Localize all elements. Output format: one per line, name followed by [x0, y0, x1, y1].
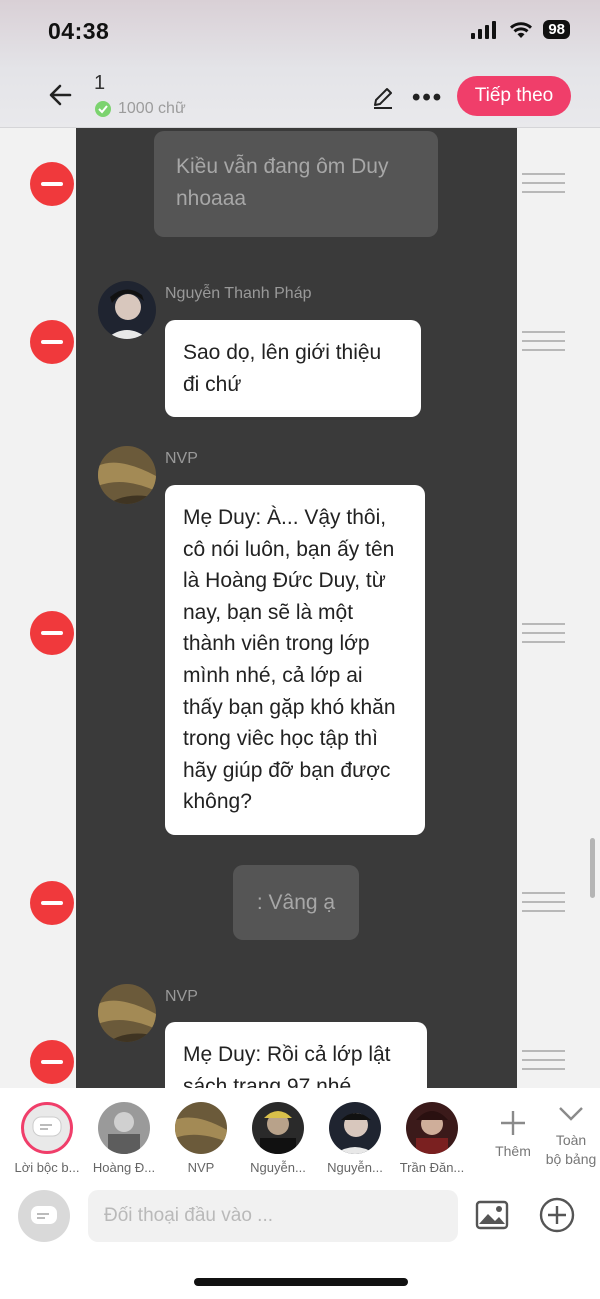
character-name: Nguyễn Thanh Pháp	[165, 285, 312, 302]
add-character-button[interactable]: Thêm	[486, 1108, 540, 1159]
next-button[interactable]: Tiếp theo	[457, 76, 571, 116]
avatar	[98, 984, 156, 1042]
character-label: Lời bộc b...	[14, 1160, 80, 1175]
character-name: NVP	[165, 988, 198, 1005]
message-bubble[interactable]: Sao dọ, lên giới thiệu đi chứ	[165, 320, 421, 418]
all-label-line1: Toàn	[555, 1132, 587, 1148]
drag-handle-icon[interactable]	[522, 1050, 565, 1072]
edit-icon[interactable]	[370, 84, 396, 110]
image-icon[interactable]	[475, 1200, 509, 1230]
avatar	[175, 1102, 227, 1154]
character-label: Nguyễn...	[250, 1160, 306, 1175]
delete-button[interactable]	[30, 611, 74, 655]
delete-button[interactable]	[30, 1040, 74, 1084]
drag-handle-icon[interactable]	[522, 892, 565, 914]
message-bubble[interactable]: Mẹ Duy: Rồi cả lớp lật sách trang 97 nhé	[165, 1022, 427, 1088]
narrator-icon	[21, 1102, 73, 1154]
avatar	[98, 446, 156, 504]
character-label: Hoàng Đ...	[92, 1160, 156, 1175]
scrollbar[interactable]	[590, 838, 595, 898]
dialogue-input[interactable]: Đối thoại đầu vào ...	[88, 1190, 458, 1242]
top-header: 04:38 98 1 1000 chữ ••• Tiếp theo	[0, 0, 600, 128]
system-message[interactable]: : Vâng ạ	[233, 865, 359, 940]
character-label: NVP	[187, 1160, 215, 1175]
back-arrow-icon[interactable]	[46, 80, 76, 110]
word-count: 1000 chữ	[94, 100, 186, 118]
status-indicators: 98	[471, 20, 570, 39]
character-item[interactable]: Nguyễn...	[316, 1102, 394, 1175]
status-time: 04:38	[48, 18, 110, 44]
character-item[interactable]: Trần Đăn...	[393, 1102, 471, 1175]
left-controls-panel	[0, 128, 76, 1088]
character-name: NVP	[165, 450, 198, 467]
character-item[interactable]: Nguyễn...	[239, 1102, 317, 1175]
wifi-icon	[510, 21, 533, 38]
message-bubble[interactable]: Mẹ Duy: À... Vậy thôi, cô nói luôn, bạn …	[165, 485, 425, 835]
avatar	[406, 1102, 458, 1154]
drag-handle-icon[interactable]	[522, 331, 565, 353]
story-title: 1	[94, 72, 106, 94]
avatar	[252, 1102, 304, 1154]
speaker-select-icon[interactable]	[18, 1190, 70, 1242]
right-controls-panel	[517, 128, 600, 1088]
more-options-icon[interactable]: •••	[412, 84, 443, 112]
chevron-down-icon	[559, 1107, 583, 1121]
delete-button[interactable]	[30, 162, 74, 206]
delete-button[interactable]	[30, 881, 74, 925]
avatar	[98, 281, 156, 339]
avatar	[98, 1102, 150, 1154]
word-count-text: 1000 chữ	[118, 100, 186, 117]
home-indicator	[194, 1278, 408, 1286]
plus-icon	[501, 1111, 525, 1135]
check-icon	[95, 101, 111, 117]
all-cast-button[interactable]: Toàn bộ bảng	[540, 1102, 600, 1169]
add-circle-icon[interactable]	[538, 1196, 576, 1234]
character-label: Trần Đăn...	[399, 1160, 465, 1175]
drag-handle-icon[interactable]	[522, 173, 565, 195]
delete-button[interactable]	[30, 320, 74, 364]
drag-handle-icon[interactable]	[522, 623, 565, 645]
character-item[interactable]: Hoàng Đ...	[85, 1102, 163, 1175]
character-item[interactable]: NVP	[162, 1102, 240, 1175]
system-message[interactable]: Kiều vẫn đang ôm Duy nhoaaa	[154, 131, 438, 237]
character-label: Nguyễn...	[327, 1160, 383, 1175]
add-label: Thêm	[495, 1143, 531, 1159]
all-label-line2: bộ bảng	[545, 1151, 597, 1167]
battery-level: 98	[543, 20, 570, 39]
character-narrator[interactable]: Lời bộc b...	[8, 1102, 86, 1175]
signal-icon	[471, 20, 497, 39]
avatar	[329, 1102, 381, 1154]
